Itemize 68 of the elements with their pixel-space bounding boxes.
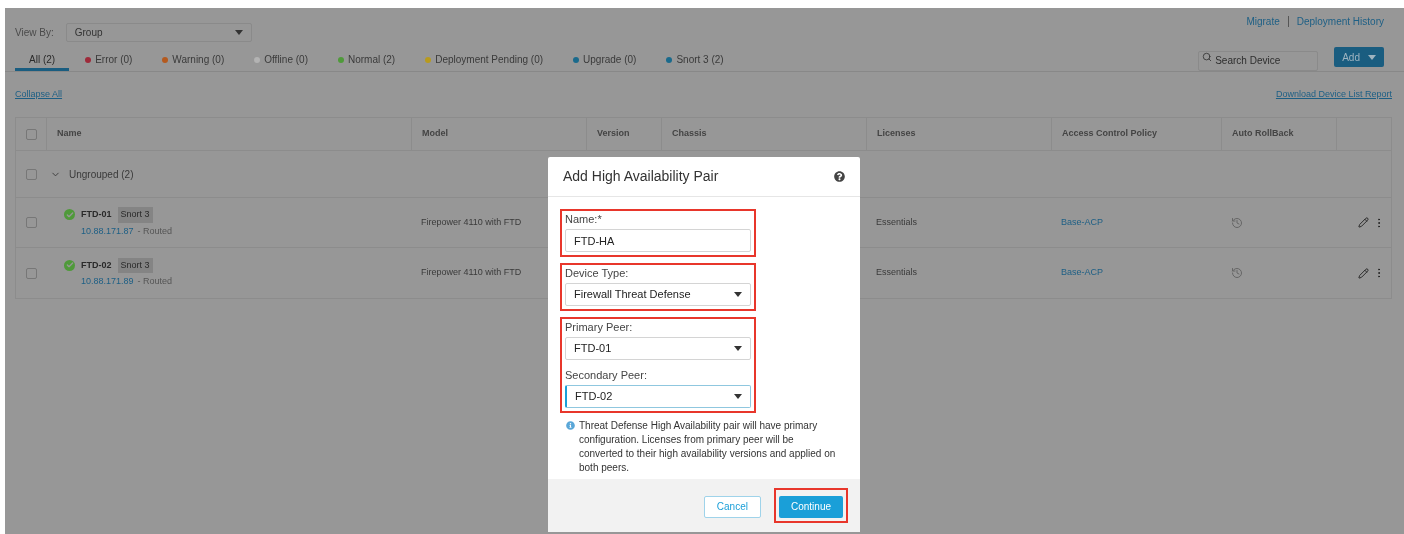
ip-link[interactable]: 10.88.171.87 [81, 224, 134, 238]
group-label: Ungrouped (2) [69, 167, 134, 182]
caret-icon [1368, 54, 1376, 60]
device-name: FTD-01 [81, 208, 112, 221]
edit-icon[interactable] [1358, 267, 1369, 279]
caret-icon [734, 292, 742, 297]
tag: Snort 3 [117, 207, 153, 223]
caret-icon [734, 394, 742, 399]
download-report-link[interactable]: Download Device List Report [1275, 87, 1392, 102]
search-field[interactable]: Search Device [1198, 50, 1319, 71]
collapse-all-link[interactable]: Collapse All [15, 87, 63, 102]
header-link[interactable]: Migrate [1246, 14, 1280, 29]
search-icon [1202, 52, 1213, 62]
column-header: Auto RollBack [1232, 127, 1294, 141]
table-cell: Essentials [876, 216, 918, 227]
caret-icon [734, 346, 742, 351]
continue-button[interactable]: Continue [778, 495, 843, 518]
column-header: Name [57, 127, 82, 141]
status-check-icon [64, 259, 75, 271]
select-field[interactable]: Firewall Threat Defense [565, 283, 751, 306]
column-header: Version [597, 127, 630, 141]
field-label: Device Type: [565, 268, 630, 279]
status-check-icon [64, 209, 75, 220]
table-cell: Firepower 4110 with FTD [421, 267, 522, 278]
help-icon[interactable] [834, 171, 845, 182]
policy-link[interactable]: Base-ACP [1061, 267, 1104, 278]
view-by-select[interactable]: Group [65, 23, 252, 42]
rollback-icon[interactable] [1231, 216, 1243, 229]
mode-text: - Routed [137, 275, 173, 288]
filter-tab[interactable]: All (2) [15, 51, 70, 71]
cancel-button[interactable]: Cancel [703, 495, 761, 518]
select-field[interactable]: FTD-02 [565, 385, 751, 408]
rollback-icon[interactable] [1231, 267, 1243, 279]
filter-tab[interactable]: Deployment Pending (0) [411, 51, 558, 71]
caret-icon [234, 30, 243, 35]
table-cell: Essentials [876, 267, 918, 278]
info-icon [566, 421, 575, 430]
filter-tab[interactable]: Error (0) [71, 51, 147, 71]
select-field[interactable]: FTD-01 [565, 337, 751, 360]
checkbox[interactable] [25, 128, 37, 140]
filter-tab[interactable]: Normal (2) [323, 51, 410, 71]
dialog-title: Add High Availability Pair [563, 167, 719, 186]
name-input[interactable]: FTD-HA [565, 229, 751, 252]
column-header: Access Control Policy [1062, 127, 1158, 141]
filter-tab[interactable]: Snort 3 (2) [652, 51, 738, 71]
field-label: Secondary Peer: [565, 370, 648, 381]
column-header: Chassis [672, 127, 707, 141]
checkbox[interactable] [25, 168, 37, 180]
view-by-label: View By: [15, 26, 54, 40]
tag: Snort 3 [117, 257, 153, 273]
filter-tab[interactable]: Warning (0) [148, 51, 239, 71]
header-link[interactable]: Deployment History [1296, 14, 1384, 29]
policy-link[interactable]: Base-ACP [1061, 216, 1104, 227]
checkbox[interactable] [25, 267, 37, 279]
ip-link[interactable]: 10.88.171.89 [81, 275, 134, 289]
device-name: FTD-02 [81, 258, 112, 272]
mode-text: - Routed [137, 224, 173, 238]
filter-tab[interactable]: Offline (0) [240, 51, 322, 71]
edit-icon[interactable] [1358, 217, 1369, 228]
column-header: Licenses [877, 127, 916, 141]
add-button[interactable]: Add [1334, 47, 1384, 67]
table-cell: Firepower 4110 with FTD [421, 216, 522, 227]
filter-tab[interactable]: Upgrade (0) [559, 51, 651, 71]
info-text: Threat Defense High Availability pair will have primary configuration. Licenses from primary peer will be converted to their high availability versions and applied on both peers. [579, 419, 837, 475]
checkbox[interactable] [25, 217, 37, 228]
field-label: Primary Peer: [565, 322, 634, 333]
column-header: Model [422, 127, 448, 141]
field-label: Name:* [565, 214, 603, 225]
